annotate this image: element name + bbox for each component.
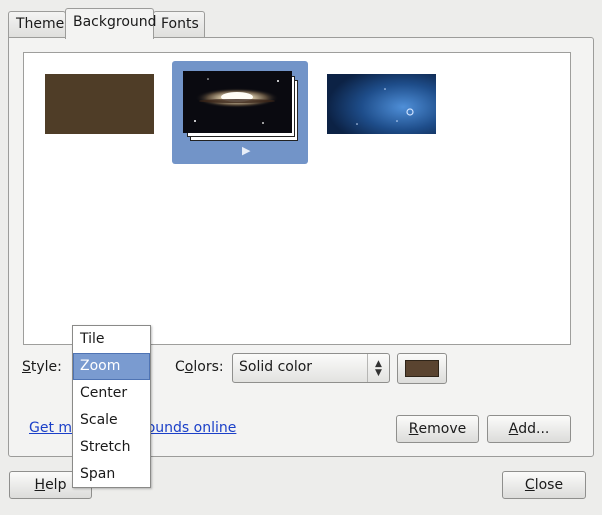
add-label: dd... bbox=[518, 421, 550, 437]
help-mnemonic: H bbox=[34, 477, 46, 493]
close-button[interactable]: Close bbox=[502, 471, 586, 499]
style-option-tile[interactable]: Tile bbox=[73, 326, 150, 353]
wallpaper-thumb-blue-space[interactable] bbox=[327, 74, 436, 134]
close-label: lose bbox=[534, 477, 564, 493]
colors-label: Colors: bbox=[175, 359, 224, 375]
tab-fonts[interactable]: Fonts bbox=[153, 11, 205, 38]
style-option-scale[interactable]: Scale bbox=[73, 407, 150, 434]
remove-button[interactable]: Remove bbox=[396, 415, 479, 443]
style-label: Style: bbox=[22, 359, 62, 375]
tab-fonts-label: Fonts bbox=[161, 16, 199, 32]
style-label-mnemonic: S bbox=[22, 359, 31, 375]
add-mnemonic: A bbox=[508, 421, 519, 437]
color-mode-combo[interactable]: Solid color ▲ ▼ bbox=[232, 353, 390, 383]
tab-theme-label: Theme bbox=[16, 16, 65, 32]
tab-theme[interactable]: Theme bbox=[8, 11, 66, 38]
style-option-center[interactable]: Center bbox=[73, 380, 150, 407]
style-option-span[interactable]: Span bbox=[73, 461, 150, 488]
color-picker-button[interactable] bbox=[397, 353, 447, 384]
color-mode-value: Solid color bbox=[239, 359, 313, 375]
colors-label-prefix: C bbox=[175, 359, 185, 375]
galaxy-image bbox=[183, 71, 292, 133]
colors-label-rest: lors: bbox=[193, 359, 224, 375]
color-swatch bbox=[405, 360, 439, 377]
combo-updown-icon: ▲ ▼ bbox=[367, 354, 389, 382]
wallpaper-thumb-solid-brown[interactable] bbox=[45, 74, 154, 134]
style-dropdown-menu[interactable]: Tile Zoom Center Scale Stretch Span bbox=[72, 325, 151, 488]
style-option-stretch[interactable]: Stretch bbox=[73, 434, 150, 461]
add-button[interactable]: Add... bbox=[487, 415, 571, 443]
remove-mnemonic: R bbox=[408, 421, 419, 437]
style-option-zoom[interactable]: Zoom bbox=[73, 353, 150, 380]
wallpaper-gallery[interactable]: ▶ bbox=[23, 52, 571, 345]
slideshow-play-icon: ▶ bbox=[242, 144, 251, 157]
style-label-rest: tyle: bbox=[30, 359, 62, 375]
close-mnemonic: C bbox=[524, 477, 535, 493]
help-label: elp bbox=[45, 477, 67, 493]
tab-background[interactable]: Background bbox=[65, 8, 157, 39]
tab-background-label: Background bbox=[73, 14, 157, 30]
remove-label: emove bbox=[418, 421, 467, 437]
